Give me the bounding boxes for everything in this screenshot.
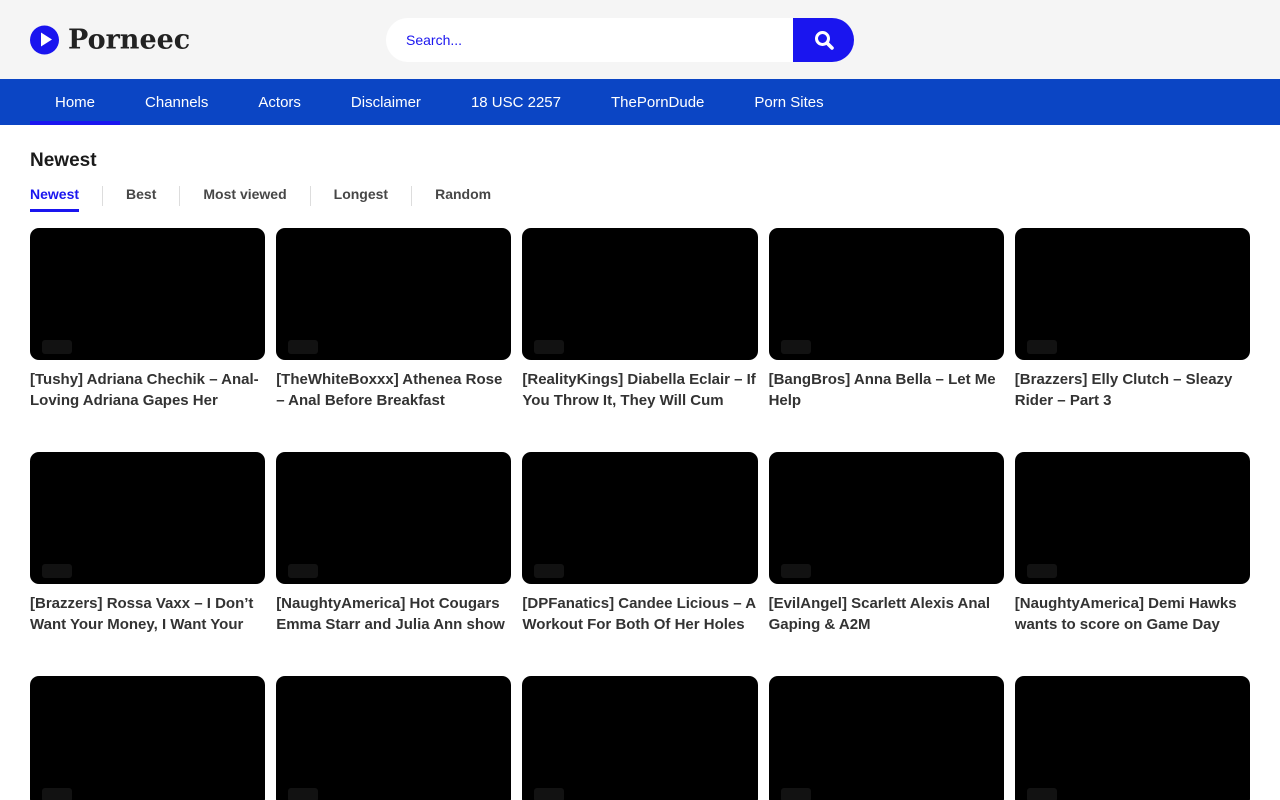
video-thumbnail[interactable] — [276, 452, 511, 584]
duration-badge — [42, 340, 72, 354]
duration-badge — [288, 564, 318, 578]
video-card[interactable]: [TheWhiteBoxxx] Athenea Rose – Anal Befo… — [276, 228, 511, 411]
video-card[interactable]: [EvilAngel] Scarlett Alexis Anal Gaping … — [769, 452, 1004, 635]
video-thumbnail[interactable] — [276, 228, 511, 360]
video-title[interactable]: [RealityKings] Diabella Eclair – If You … — [522, 369, 757, 411]
video-title[interactable]: [TheWhiteBoxxx] Athenea Rose – Anal Befo… — [276, 369, 511, 411]
nav-item-disclaimer[interactable]: Disclaimer — [326, 79, 446, 125]
search-bar — [386, 18, 854, 62]
video-card[interactable]: [Tushy] Adriana Chechik – Anal-Loving Ad… — [30, 228, 265, 411]
video-title[interactable]: [EvilAngel] Scarlett Alexis Anal Gaping … — [769, 593, 1004, 635]
play-icon — [30, 25, 59, 54]
tab-most-viewed[interactable]: Most viewed — [203, 186, 286, 212]
video-thumbnail[interactable] — [522, 452, 757, 584]
video-title[interactable]: [NaughtyAmerica] Hot Cougars Emma Starr … — [276, 593, 511, 635]
video-thumbnail[interactable] — [1015, 676, 1250, 800]
nav-item-porn-sites[interactable]: Porn Sites — [729, 79, 848, 125]
tab-divider — [411, 186, 412, 206]
nav-item-18-usc-2257[interactable]: 18 USC 2257 — [446, 79, 586, 125]
tab-divider — [310, 186, 311, 206]
search-input[interactable] — [386, 18, 793, 62]
tab-divider — [179, 186, 180, 206]
video-card[interactable]: [DPFanatics] Candee Licious – A Workout … — [522, 452, 757, 635]
video-title[interactable]: [Brazzers] Elly Clutch – Sleazy Rider – … — [1015, 369, 1250, 411]
duration-badge — [781, 564, 811, 578]
site-logo-text: Porneec — [68, 24, 190, 55]
video-thumbnail[interactable] — [30, 452, 265, 584]
video-thumbnail[interactable] — [30, 228, 265, 360]
video-thumbnail[interactable] — [1015, 228, 1250, 360]
video-card[interactable]: [Brazzers] Rossa Vaxx – I Don’t Want You… — [30, 452, 265, 635]
search-button[interactable] — [793, 18, 854, 62]
search-icon — [812, 28, 836, 52]
video-card[interactable] — [769, 676, 1004, 800]
video-card[interactable]: [NaughtyAmerica] Hot Cougars Emma Starr … — [276, 452, 511, 635]
duration-badge — [1027, 564, 1057, 578]
video-title[interactable]: [NaughtyAmerica] Demi Hawks wants to sco… — [1015, 593, 1250, 635]
video-card[interactable]: [RealityKings] Diabella Eclair – If You … — [522, 228, 757, 411]
tab-best[interactable]: Best — [126, 186, 156, 212]
video-card[interactable]: [NaughtyAmerica] Demi Hawks wants to sco… — [1015, 452, 1250, 635]
main-content: Newest Newest Best Most viewed Longest R… — [0, 150, 1280, 800]
nav-item-actors[interactable]: Actors — [233, 79, 326, 125]
nav-item-home[interactable]: Home — [30, 79, 120, 125]
video-thumbnail[interactable] — [769, 228, 1004, 360]
duration-badge — [781, 340, 811, 354]
video-thumbnail[interactable] — [522, 228, 757, 360]
page-title: Newest — [30, 150, 1250, 172]
nav-item-channels[interactable]: Channels — [120, 79, 233, 125]
duration-badge — [781, 788, 811, 800]
video-thumbnail[interactable] — [769, 452, 1004, 584]
video-card[interactable] — [30, 676, 265, 800]
tab-random[interactable]: Random — [435, 186, 491, 212]
duration-badge — [288, 340, 318, 354]
main-nav: Home Channels Actors Disclaimer 18 USC 2… — [0, 79, 1280, 125]
tab-divider — [102, 186, 103, 206]
video-thumbnail[interactable] — [1015, 452, 1250, 584]
tab-longest[interactable]: Longest — [334, 186, 388, 212]
video-card[interactable]: [BangBros] Anna Bella – Let Me Help — [769, 228, 1004, 411]
video-thumbnail[interactable] — [769, 676, 1004, 800]
video-grid: [Tushy] Adriana Chechik – Anal-Loving Ad… — [30, 228, 1250, 800]
video-card[interactable]: [Brazzers] Elly Clutch – Sleazy Rider – … — [1015, 228, 1250, 411]
video-card[interactable] — [276, 676, 511, 800]
video-title[interactable]: [DPFanatics] Candee Licious – A Workout … — [522, 593, 757, 635]
duration-badge — [42, 564, 72, 578]
duration-badge — [1027, 340, 1057, 354]
video-card[interactable] — [522, 676, 757, 800]
video-thumbnail[interactable] — [522, 676, 757, 800]
video-card[interactable] — [1015, 676, 1250, 800]
site-logo[interactable]: Porneec — [30, 24, 190, 55]
duration-badge — [288, 788, 318, 800]
duration-badge — [42, 788, 72, 800]
duration-badge — [534, 340, 564, 354]
video-title[interactable]: [Brazzers] Rossa Vaxx – I Don’t Want You… — [30, 593, 265, 635]
site-header: Porneec — [0, 0, 1280, 79]
nav-item-theporndude[interactable]: ThePornDude — [586, 79, 729, 125]
duration-badge — [534, 788, 564, 800]
video-thumbnail[interactable] — [30, 676, 265, 800]
video-title[interactable]: [Tushy] Adriana Chechik – Anal-Loving Ad… — [30, 369, 265, 411]
sort-tabs: Newest Best Most viewed Longest Random — [30, 186, 1250, 212]
video-thumbnail[interactable] — [276, 676, 511, 800]
video-title[interactable]: [BangBros] Anna Bella – Let Me Help — [769, 369, 1004, 411]
duration-badge — [534, 564, 564, 578]
tab-newest[interactable]: Newest — [30, 186, 79, 212]
duration-badge — [1027, 788, 1057, 800]
